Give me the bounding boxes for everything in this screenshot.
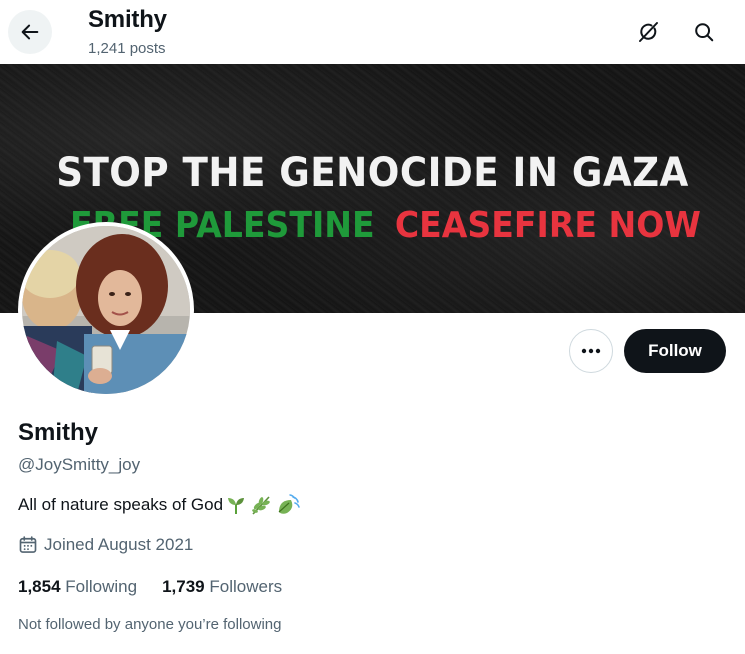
banner-subline: FREE PALESTINE CEASEFIRE NOW [70, 205, 701, 246]
profile-bio: All of nature speaks of God [18, 494, 301, 516]
profile-display-name: Smithy [18, 419, 99, 446]
profile-joined-date: Joined August 2021 [18, 535, 193, 555]
banner-ceasefire-now: CEASEFIRE NOW [394, 205, 701, 246]
follow-button[interactable]: Follow [624, 329, 726, 373]
more-horizontal-icon [581, 348, 601, 354]
arrow-left-icon [21, 24, 39, 40]
more-options-button[interactable] [569, 329, 613, 373]
joined-text: Joined August 2021 [44, 535, 194, 554]
top-bar: Smithy 1,241 posts [0, 0, 745, 64]
avatar-photo [22, 226, 190, 394]
followers-link[interactable]: 1,739 Followers [162, 577, 282, 597]
grok-icon [639, 22, 658, 42]
bio-text: All of nature speaks of God [18, 495, 224, 514]
search-icon [695, 23, 714, 42]
avatar[interactable] [18, 222, 194, 398]
header-title: Smithy [88, 6, 167, 33]
calendar-icon [19, 536, 37, 553]
followers-count: 1,739 [162, 577, 205, 596]
followers-label: Followers [209, 577, 283, 596]
profile-handle: @JoySmitty_joy [18, 455, 141, 474]
posts-count: 1,241 posts [88, 40, 166, 57]
follow-stats: 1,854 Following 1,739 Followers [18, 577, 307, 597]
grok-button[interactable] [628, 12, 668, 52]
leaf-fluttering-emoji [275, 494, 301, 516]
banner-headline: STOP THE GENOCIDE IN GAZA [56, 150, 689, 196]
following-count: 1,854 [18, 577, 61, 596]
not-followed-notice: Not followed by anyone you’re following [18, 616, 282, 633]
following-link[interactable]: 1,854 Following [18, 577, 137, 597]
seedling-emoji [225, 494, 247, 516]
back-button[interactable] [8, 10, 52, 54]
search-button[interactable] [684, 12, 724, 52]
herb-emoji [249, 494, 273, 516]
following-label: Following [65, 577, 138, 596]
